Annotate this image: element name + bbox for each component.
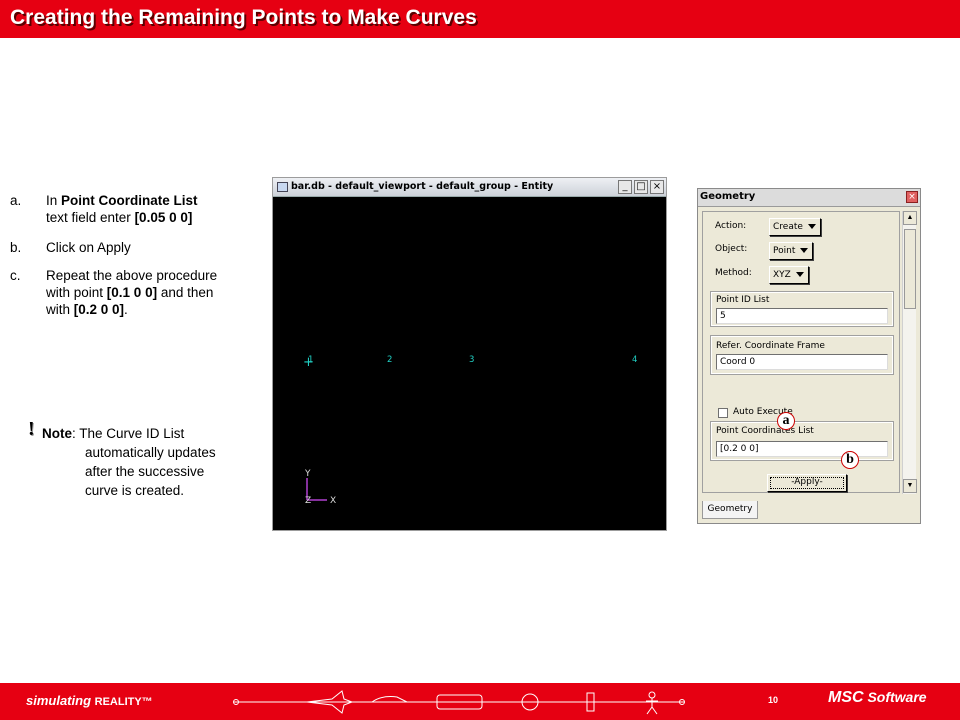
page-number: 10: [768, 695, 779, 705]
msc-software-logo: MSC Software: [828, 689, 927, 707]
scroll-up-icon[interactable]: ▲: [903, 211, 917, 225]
point-coords-input[interactable]: [0.2 0 0]: [716, 441, 888, 457]
step-a-text: In Point Coordinate List text field ente…: [46, 192, 246, 226]
method-value: XYZ: [773, 270, 791, 280]
point-label-2: 2: [387, 355, 393, 365]
note: Note: The Curve ID List automatically up…: [42, 424, 216, 500]
step-a-text-1: In: [46, 193, 62, 208]
footer-banner: simulating REALITY™ 10 MSC Software: [0, 683, 960, 720]
point-id-label: Point ID List: [716, 295, 770, 305]
callout-b: b: [841, 451, 859, 469]
footer-decoration-icon: [233, 690, 685, 715]
point-coords-group: Point Coordinates List [0.2 0 0]: [710, 421, 894, 461]
geometry-panel: Geometry × Action: Create Object: Point …: [697, 188, 921, 524]
step-a-text-2: text field enter: [46, 210, 135, 225]
dropdown-arrow-icon: [808, 224, 816, 229]
step-c-letter: c.: [10, 268, 21, 283]
apply-button[interactable]: -Apply-: [767, 474, 847, 492]
brand-reality: REALITY™: [94, 696, 153, 708]
panel-title: Geometry: [700, 191, 756, 202]
close-button[interactable]: ×: [650, 180, 664, 194]
panel-titlebar[interactable]: Geometry ×: [698, 189, 920, 207]
coord-frame-label: Refer. Coordinate Frame: [716, 341, 825, 351]
axis-y-label: Y: [304, 469, 311, 479]
axis-z-label: Z: [305, 496, 311, 506]
page-title: Creating the Remaining Points to Make Cu…: [10, 6, 477, 29]
maximize-button[interactable]: □: [634, 180, 648, 194]
note-line-2: automatically updates: [85, 445, 216, 460]
object-value: Point: [773, 246, 796, 256]
method-dropdown[interactable]: XYZ: [769, 266, 809, 284]
scroll-down-icon[interactable]: ▼: [903, 479, 917, 493]
step-a-letter: a.: [10, 193, 22, 208]
title-banner: Creating the Remaining Points to Make Cu…: [0, 0, 960, 38]
point-id-input[interactable]: 5: [716, 308, 888, 324]
tab-geometry[interactable]: Geometry: [702, 501, 758, 519]
object-label: Object:: [715, 244, 748, 254]
logo-software: Software: [867, 689, 927, 705]
coordinate-axes-icon: Y Z X: [304, 469, 336, 506]
panel-scrollbar[interactable]: ▲ ▼: [902, 211, 917, 494]
step-b-text: Click on Apply: [46, 240, 131, 255]
viewport-window[interactable]: bar.db - default_viewport - default_grou…: [272, 177, 667, 531]
step-a-bold-field: Point Coordinate List: [61, 193, 198, 208]
point-id-group: Point ID List 5: [710, 291, 894, 327]
note-line-1: : The Curve ID List: [72, 426, 185, 441]
window-icon: [277, 182, 288, 192]
coord-frame-input[interactable]: Coord 0: [716, 354, 888, 370]
minimize-button[interactable]: _: [618, 180, 632, 194]
method-label: Method:: [715, 268, 752, 278]
action-label: Action:: [715, 221, 747, 231]
note-line-3: after the successive: [85, 464, 205, 479]
action-dropdown[interactable]: Create: [769, 218, 821, 236]
step-c-text: Repeat the above procedure with point [0…: [46, 267, 226, 318]
step-a-bold-value: [0.05 0 0]: [134, 210, 193, 225]
scroll-thumb[interactable]: [904, 229, 916, 309]
step-b-letter: b.: [10, 240, 22, 255]
action-value: Create: [773, 222, 803, 232]
dropdown-arrow-icon: [800, 248, 808, 253]
logo-msc: MSC: [828, 689, 864, 706]
point-marker-icon: +: [303, 355, 314, 370]
auto-execute-checkbox[interactable]: [718, 408, 728, 418]
axis-x-label: X: [330, 496, 336, 506]
brand-main: simulating: [26, 693, 95, 708]
panel-close-button[interactable]: ×: [906, 191, 918, 203]
panel-form: Action: Create Object: Point Method: XYZ…: [702, 211, 900, 493]
viewport-titlebar[interactable]: bar.db - default_viewport - default_grou…: [273, 178, 666, 197]
point-label-3: 3: [469, 355, 475, 365]
step-c-bold-2: [0.2 0 0]: [73, 302, 125, 317]
note-line-4: curve is created.: [85, 483, 185, 498]
viewport-title: bar.db - default_viewport - default_grou…: [291, 181, 554, 192]
callout-a: a: [777, 412, 795, 430]
step-c-bold-1: [0.1 0 0]: [106, 285, 158, 300]
exclamation-icon: !: [28, 418, 35, 440]
note-label: Note: [42, 426, 72, 441]
object-dropdown[interactable]: Point: [769, 242, 813, 260]
step-c-text-3: .: [124, 302, 128, 317]
coord-frame-group: Refer. Coordinate Frame Coord 0: [710, 335, 894, 375]
dropdown-arrow-icon: [796, 272, 804, 277]
point-label-4: 4: [632, 355, 638, 365]
footer-brand: simulating REALITY™: [26, 693, 153, 708]
point-coords-label: Point Coordinates List: [716, 426, 814, 436]
